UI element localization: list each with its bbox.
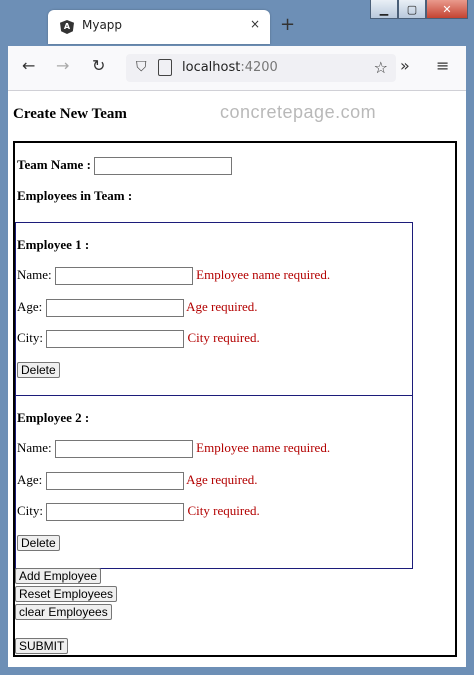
- add-employee-button[interactable]: Add Employee: [15, 568, 102, 584]
- tab-myapp[interactable]: A Myapp ×: [48, 10, 270, 44]
- forward-icon[interactable]: →: [56, 56, 69, 75]
- employee-card: Employee 1 : Name: Employee name require…: [15, 222, 413, 396]
- new-tab-icon[interactable]: +: [280, 14, 295, 35]
- city-error: City required.: [187, 330, 260, 345]
- page-icon: [158, 59, 172, 76]
- delete-row: Delete: [17, 535, 60, 551]
- employees-label: Employees in Team :: [17, 188, 133, 203]
- reload-icon[interactable]: ↻: [92, 56, 105, 75]
- employee-heading: Employee 2 :: [17, 410, 90, 425]
- team-name-label: Team Name :: [17, 157, 91, 172]
- employee-age-input[interactable]: [45, 472, 184, 491]
- employee-name-input[interactable]: [54, 440, 193, 459]
- submit-button[interactable]: SUBMIT: [15, 638, 69, 654]
- name-label: Name:: [17, 440, 52, 455]
- team-form: Team Name : Employees in Team : Employee…: [13, 141, 457, 657]
- browser-window: ▁ ▢ ✕ A Myapp × + ← → ↻ ⛉ localhost:4200…: [0, 0, 474, 675]
- tab-title: Myapp: [82, 18, 123, 32]
- url-text[interactable]: localhost:4200: [182, 60, 278, 75]
- submit-row: SUBMIT: [15, 638, 69, 654]
- navigation-bar: ← → ↻ ⛉ localhost:4200 ☆ » ≡: [8, 46, 466, 91]
- reset-employees-button[interactable]: Reset Employees: [15, 586, 118, 602]
- employee-heading: Employee 1 :: [17, 237, 90, 252]
- name-error: Employee name required.: [196, 440, 331, 455]
- age-error: Age required.: [186, 472, 258, 487]
- delete-employee-button[interactable]: Delete: [17, 362, 60, 378]
- city-label: City:: [17, 330, 44, 345]
- city-label: City:: [17, 503, 44, 518]
- employee-name-row: Name: Employee name required.: [17, 267, 331, 286]
- reset-employees-row: Reset Employees: [15, 586, 118, 602]
- employee-age-row: Age: Age required.: [17, 299, 258, 318]
- tab-bar: A Myapp × +: [8, 8, 466, 46]
- page-title: Create New Team: [13, 106, 127, 122]
- angular-icon: A: [60, 20, 74, 34]
- url-host: localhost: [182, 60, 241, 75]
- clear-employees-row: clear Employees: [15, 604, 112, 620]
- employee-city-row: City: City required.: [17, 503, 260, 522]
- delete-employee-button[interactable]: Delete: [17, 535, 60, 551]
- employee-name-input[interactable]: [54, 267, 193, 286]
- age-label: Age:: [17, 472, 43, 487]
- employee-city-row: City: City required.: [17, 330, 260, 349]
- back-icon[interactable]: ←: [22, 56, 35, 75]
- name-error: Employee name required.: [196, 267, 331, 282]
- employee-age-row: Age: Age required.: [17, 472, 258, 491]
- employee-card: Employee 2 : Name: Employee name require…: [15, 395, 413, 569]
- age-label: Age:: [17, 299, 43, 314]
- employee-city-input[interactable]: [46, 330, 185, 349]
- shield-icon: ⛉: [136, 59, 147, 75]
- overflow-icon[interactable]: »: [400, 56, 410, 75]
- team-name-input[interactable]: [94, 157, 233, 176]
- watermark: concretepage.com: [220, 102, 377, 122]
- city-error: City required.: [187, 503, 260, 518]
- name-label: Name:: [17, 267, 52, 282]
- bookmark-star-icon[interactable]: ☆: [374, 58, 388, 77]
- url-port: :4200: [240, 60, 278, 75]
- delete-row: Delete: [17, 362, 60, 378]
- address-bar[interactable]: ⛉ localhost:4200 ☆: [126, 54, 396, 82]
- employee-name-row: Name: Employee name required.: [17, 440, 331, 459]
- employee-age-input[interactable]: [45, 299, 184, 318]
- add-employee-row: Add Employee: [15, 568, 102, 584]
- clear-employees-button[interactable]: clear Employees: [15, 604, 112, 620]
- team-name-row: Team Name :: [17, 157, 233, 176]
- employee-city-input[interactable]: [46, 503, 185, 522]
- age-error: Age required.: [186, 299, 258, 314]
- tab-close-icon[interactable]: ×: [250, 17, 260, 31]
- page-viewport: concretepage.com Create New Team Team Na…: [8, 91, 466, 667]
- menu-icon[interactable]: ≡: [436, 56, 449, 75]
